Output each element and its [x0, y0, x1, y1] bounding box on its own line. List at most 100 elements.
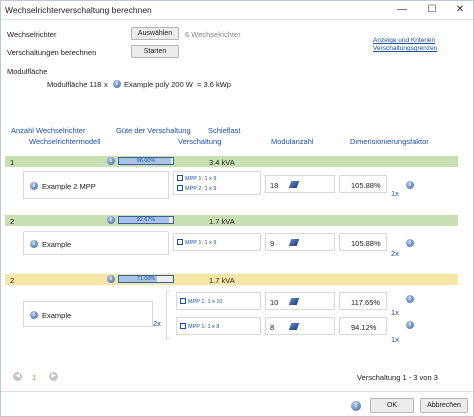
factor-value: 105.88% [351, 239, 381, 248]
info-icon[interactable]: i [406, 239, 414, 247]
quality-bar: 71.00% [118, 275, 174, 283]
help-icon[interactable]: ? [351, 401, 361, 411]
col-modules[interactable]: Modulanzahl [271, 137, 314, 146]
select-inverter-button[interactable]: Auswählen [131, 27, 179, 40]
multiplier: 1x [391, 335, 399, 344]
info-icon[interactable]: i [107, 157, 115, 165]
mppt-item: MPP 1: 1 x 9 [177, 175, 216, 182]
info-icon[interactable]: i [30, 182, 38, 190]
info-icon[interactable]: i [406, 181, 414, 189]
modules-cell: 10 [265, 292, 335, 310]
group-bracket [166, 291, 170, 339]
inverter-model: Example 2 MPP [42, 182, 96, 191]
close-icon[interactable]: ✕ [453, 3, 467, 17]
next-page-icon[interactable]: ▶ [49, 372, 58, 381]
inverter-model: Example [42, 240, 72, 249]
info-icon[interactable]: i [30, 311, 38, 319]
col-wiring[interactable]: Verschaltung [178, 137, 221, 146]
modules-count: 10 [270, 298, 279, 307]
col-skewed[interactable]: Schieflast [208, 126, 241, 135]
module-area-label: Modulfläche [7, 67, 48, 76]
inverter-count: 6 Wechselrichter [185, 30, 241, 39]
inverter-model: Example [42, 311, 72, 320]
info-icon[interactable]: i [406, 321, 414, 329]
factor-cell: 117.65% [339, 292, 387, 310]
factor-cell: 94.12% [339, 317, 387, 335]
info-icon[interactable]: i [113, 80, 121, 88]
cancel-button[interactable]: Abbrechen [420, 398, 468, 413]
group-header[interactable]: 2 i 92.67% 1.7 kVA [5, 215, 458, 226]
mppt-item: MPP 1: 1 x 8 [180, 323, 219, 330]
group-number: 2 [10, 276, 15, 285]
modules-cell: 18 [265, 175, 335, 193]
module-area-name: Modulfläche 1 [47, 80, 94, 89]
minimize-icon[interactable]: — [395, 3, 409, 17]
solar-panel-icon [288, 298, 300, 305]
paging-status: Verschaltung 1 - 3 von 3 [357, 373, 438, 382]
solar-panel-icon [288, 181, 300, 188]
page-number[interactable]: 1 [32, 373, 36, 382]
col-factor[interactable]: Dimensionierungsfaktor [350, 137, 429, 146]
mppt-text: MPP 2: 1 x 9 [185, 186, 217, 192]
wiring-cell: MPP 1: 1 x 10 [176, 292, 261, 310]
modules-count: 8 [270, 323, 275, 332]
start-button[interactable]: Starten [131, 45, 179, 58]
maximize-icon[interactable]: ☐ [425, 3, 439, 17]
prev-page-icon[interactable]: ◀ [13, 372, 22, 381]
mppt-icon [180, 323, 186, 329]
modules-cell: 8 [265, 317, 335, 335]
modules-count: 18 [270, 181, 279, 190]
mppt-item: MPP 1: 1 x 10 [180, 298, 222, 305]
modules-cell: 9 [265, 233, 335, 251]
solar-panel-icon [288, 239, 300, 246]
criteria-link[interactable]: Anzeige und Kriterien [373, 37, 435, 44]
model-multiplier: 2x [153, 319, 161, 328]
multiplier: 1x [391, 189, 399, 198]
group-power: 1.7 kVA [209, 217, 235, 226]
inverter-row[interactable]: i Example [23, 301, 153, 327]
calc-label: Verschaltungen berechnen [7, 48, 97, 57]
col-quality[interactable]: Güte der Verschaltung [116, 126, 191, 135]
module-count: 18 [93, 80, 102, 89]
inverter-row[interactable]: i Example 2 MPP [23, 171, 169, 199]
module-name: Example poly 200 W [124, 80, 193, 89]
group-power: 3.4 kVA [209, 158, 235, 167]
wiring-cell: MPP 1: 1 x 9 MPP 2: 1 x 9 [173, 171, 261, 195]
limits-link[interactable]: Verschaltungsgrenzen [373, 45, 437, 52]
inverter-row[interactable]: i Example [23, 231, 169, 255]
mppt-text: MPP 1: 1 x 8 [188, 324, 220, 330]
quality-text: 96.00% [136, 158, 156, 164]
group-header[interactable]: 1 i 96.00% 3.4 kVA [5, 156, 458, 167]
group-number: 1 [10, 158, 15, 167]
solar-panel-icon [288, 323, 300, 330]
info-icon[interactable]: i [107, 275, 115, 283]
info-icon[interactable]: i [30, 240, 38, 248]
mppt-icon [177, 175, 183, 181]
modules-count: 9 [270, 239, 275, 248]
mppt-item: MPP 2: 1 x 9 [177, 185, 216, 192]
factor-value: 117.65% [351, 298, 381, 307]
multiplier: 1x [391, 308, 399, 317]
group-power: 1.7 kVA [209, 276, 235, 285]
mppt-icon [177, 185, 183, 191]
group-header[interactable]: 2 i 71.00% 1.7 kVA [5, 274, 458, 285]
ok-button[interactable]: OK [370, 398, 414, 413]
wiring-cell: MPP 1: 1 x 8 [176, 317, 261, 335]
info-icon[interactable]: i [107, 216, 115, 224]
module-times: x [104, 80, 108, 89]
dialog-window: Wechselrichterverschaltung berechnen — ☐… [0, 0, 474, 417]
col-count[interactable]: Anzahl Wechselrichter [11, 126, 85, 135]
info-icon[interactable]: i [406, 295, 414, 303]
window-title: Wechselrichterverschaltung berechnen [5, 5, 152, 15]
mppt-icon [180, 298, 186, 304]
group-number: 2 [10, 217, 15, 226]
mppt-text: MPP 1: 1 x 9 [185, 176, 217, 182]
quality-text: 71.00% [136, 276, 156, 282]
wiring-cell: MPP 1: 1 x 9 [173, 233, 261, 251]
col-model[interactable]: Wechselrichtermodell [29, 137, 101, 146]
mppt-text: MPP 1: 1 x 9 [185, 240, 217, 246]
mppt-icon [177, 239, 183, 245]
multiplier: 2x [391, 249, 399, 258]
inverter-label: Wechselrichter [7, 30, 57, 39]
mppt-text: MPP 1: 1 x 10 [188, 299, 223, 305]
